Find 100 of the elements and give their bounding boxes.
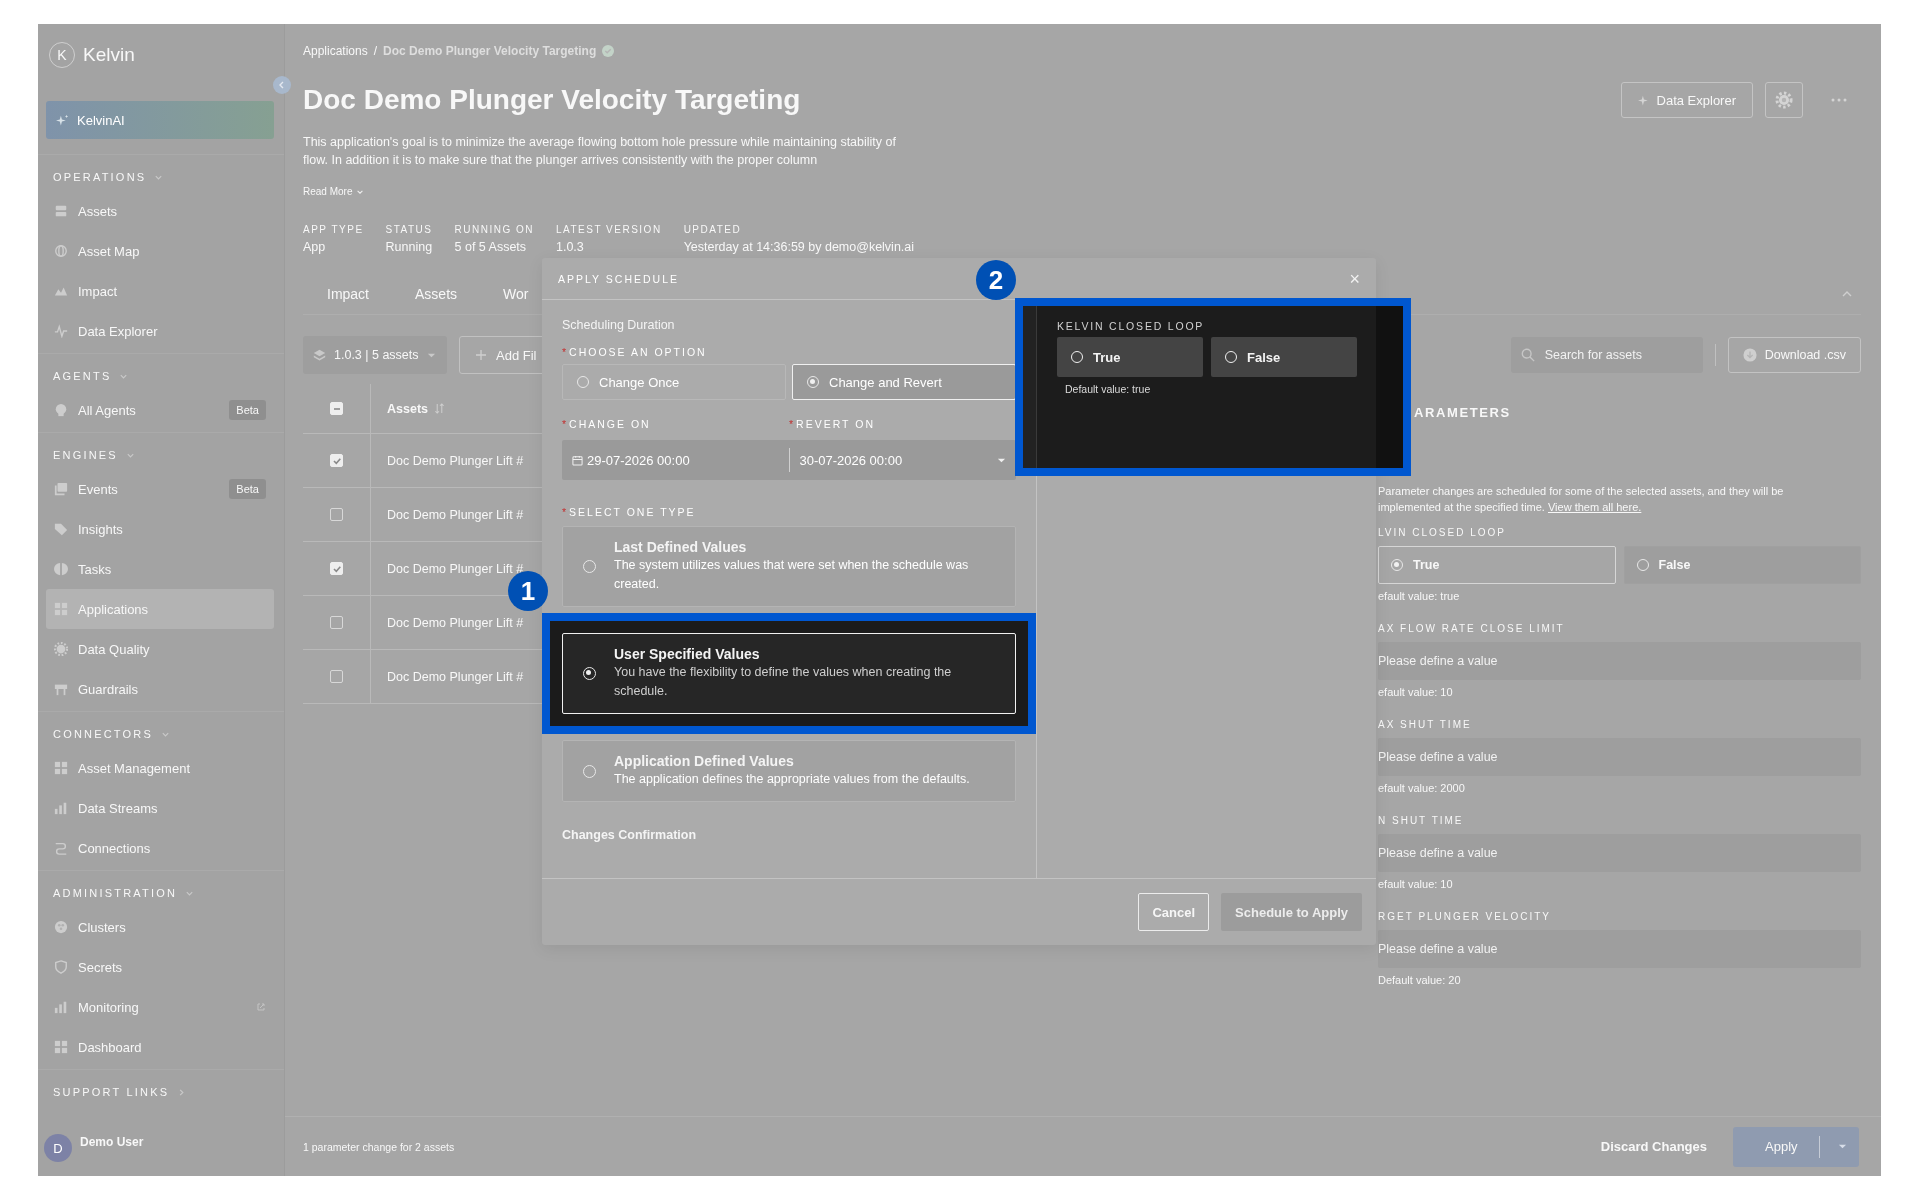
nav-item[interactable]: Events Beta xyxy=(46,469,274,509)
view-all-link[interactable]: View them all here. xyxy=(1548,501,1642,513)
cancel-button[interactable]: Cancel xyxy=(1138,893,1210,931)
annotation-badge: 2 xyxy=(976,260,1016,300)
default-value-hint: efault value: 2000 xyxy=(1378,782,1466,796)
column-header[interactable]: Assets xyxy=(387,401,428,416)
section-header: ENGINES xyxy=(53,449,118,461)
table-cell: Doc Demo Plunger Lift # xyxy=(387,507,524,522)
meta-label: RUNNING ON xyxy=(454,224,534,235)
tag-icon xyxy=(54,522,68,536)
breadcrumb-link[interactable]: Applications xyxy=(303,44,368,58)
layers-icon xyxy=(313,348,326,362)
nav-item[interactable]: Asset Map xyxy=(46,231,274,271)
meta-value: Yesterday at 14:36:59 by demo@kelvin.ai xyxy=(683,240,915,254)
bar-chart-icon xyxy=(54,801,68,815)
select-all-checkbox[interactable] xyxy=(330,402,343,415)
breadcrumb-separator: / xyxy=(373,44,378,58)
download-icon xyxy=(1742,348,1757,362)
notice-text: Parameter changes are scheduled for some of the selected assets, and they will be implemented at the specified time. View them all here. xyxy=(1378,484,1785,515)
schedule-option[interactable]: Change and Revert xyxy=(792,364,1016,400)
nav-item[interactable]: Assets xyxy=(46,191,274,231)
field-label: *CHANGE ON xyxy=(562,418,652,432)
user-avatar[interactable]: D xyxy=(44,1134,72,1162)
row-checkbox[interactable] xyxy=(330,454,343,467)
section-header: SUPPORT LINKS xyxy=(53,1086,170,1098)
sort-icon[interactable] xyxy=(434,403,445,414)
change-summary: 1 parameter change for 2 assets xyxy=(303,1140,455,1153)
schedule-option[interactable]: Change Once xyxy=(562,364,786,400)
read-more-link[interactable]: Read More xyxy=(303,186,365,197)
table-cell: Doc Demo Plunger Lift # xyxy=(387,453,524,468)
breadcrumb-current: Doc Demo Plunger Velocity Targeting xyxy=(383,44,597,58)
close-button[interactable]: × xyxy=(1349,269,1360,288)
radio-option[interactable]: True xyxy=(1057,337,1203,377)
input-field[interactable]: Please define a value xyxy=(1378,834,1861,872)
tab[interactable]: Wor xyxy=(503,285,529,302)
cards-icon xyxy=(54,482,68,496)
gear-icon xyxy=(54,642,68,656)
nav-item[interactable]: Guardrails xyxy=(46,669,274,709)
sparkle-icon xyxy=(56,113,69,127)
shield-icon xyxy=(54,960,68,974)
nav-item[interactable]: Clusters xyxy=(46,907,274,947)
download-button[interactable]: Download .csv xyxy=(1727,337,1861,373)
row-checkbox[interactable] xyxy=(330,670,343,683)
section-title: Scheduling Duration xyxy=(562,318,676,334)
table-cell: Doc Demo Plunger Lift # xyxy=(387,669,524,684)
nav-item[interactable]: Insights xyxy=(46,509,274,549)
version-select[interactable]: 1.0.3 | 5 assets xyxy=(303,336,447,374)
nav-item[interactable]: Connections xyxy=(46,828,274,868)
radio-option[interactable]: False xyxy=(1623,546,1861,584)
more-icon[interactable] xyxy=(1831,98,1847,102)
nav-item[interactable]: Dashboard xyxy=(46,1027,274,1067)
search-field[interactable]: Search for assets xyxy=(1510,337,1703,373)
radio-option[interactable]: True xyxy=(1378,546,1616,584)
default-value-hint: efault value: 10 xyxy=(1378,686,1454,700)
input-field[interactable]: Please define a value xyxy=(1378,738,1861,776)
nav-item[interactable]: Data Quality xyxy=(46,629,274,669)
tab[interactable]: Impact xyxy=(327,285,369,302)
plus-icon xyxy=(476,350,486,360)
nav-item[interactable]: Data Streams xyxy=(46,788,274,828)
field-label: *CHOOSE AN OPTION xyxy=(562,346,708,360)
apply-button[interactable]: Apply xyxy=(1733,1126,1859,1167)
row-checkbox[interactable] xyxy=(330,562,343,575)
field-label: *SELECT ONE TYPE xyxy=(562,506,697,520)
tick-icon xyxy=(331,563,342,574)
data-explorer-button[interactable]: Data Explorer xyxy=(1620,82,1753,118)
nav-item[interactable]: Data Explorer xyxy=(46,311,274,351)
row-checkbox[interactable] xyxy=(330,616,343,629)
discard-changes-button[interactable]: Discard Changes xyxy=(1594,1138,1713,1155)
field-label: KELVIN CLOSED LOOP xyxy=(1057,320,1206,332)
section-header: CONNECTORS xyxy=(53,728,154,740)
field-label: *REVERT ON xyxy=(789,418,876,432)
chevron-icon[interactable] xyxy=(177,1087,187,1097)
value-type-option[interactable]: Application Defined Values The application defines the appropriate values from the defaults. xyxy=(562,740,1016,802)
nav-item[interactable]: Monitoring xyxy=(46,987,274,1027)
dots-icon xyxy=(54,920,68,934)
nav-item[interactable]: Applications xyxy=(46,589,274,629)
nav-item[interactable]: Asset Management xyxy=(46,748,274,788)
settings-button[interactable] xyxy=(1765,82,1803,118)
ai-button[interactable]: KelvinAI xyxy=(46,101,274,139)
value-type-option[interactable]: User Specified Values You have the flexibility to define the values when creating the schedule. xyxy=(562,633,1016,714)
tab[interactable]: Assets xyxy=(415,285,458,302)
nav-item[interactable]: Impact xyxy=(46,271,274,311)
collapse-sidebar-button[interactable] xyxy=(273,76,291,94)
input-field[interactable]: Please define a value xyxy=(1378,930,1861,968)
nav-item[interactable]: Secrets xyxy=(46,947,274,987)
value-type-option[interactable]: Last Defined Values The system utilizes values that were set when the schedule was created. xyxy=(562,526,1016,607)
search-input[interactable]: Search for assets xyxy=(1542,347,1693,363)
panel-title: ARAMETERS xyxy=(1413,405,1512,422)
default-value-hint: Default value: true xyxy=(1065,383,1152,395)
grid-icon xyxy=(54,602,68,616)
date-range-field[interactable]: 29-07-2026 00:00 30-07-2026 00:00 xyxy=(562,440,1016,480)
row-checkbox[interactable] xyxy=(330,508,343,521)
input-field[interactable]: Please define a value xyxy=(1378,642,1861,680)
settings-icon xyxy=(1775,91,1793,109)
globe-icon xyxy=(54,244,68,258)
meta-value: 1.0.3 xyxy=(555,240,585,254)
radio-option[interactable]: False xyxy=(1211,337,1357,377)
nav-item[interactable]: All Agents Beta xyxy=(46,390,274,430)
dialog-title: APPLY SCHEDULE xyxy=(558,272,679,285)
nav-item[interactable]: Tasks xyxy=(46,549,274,589)
